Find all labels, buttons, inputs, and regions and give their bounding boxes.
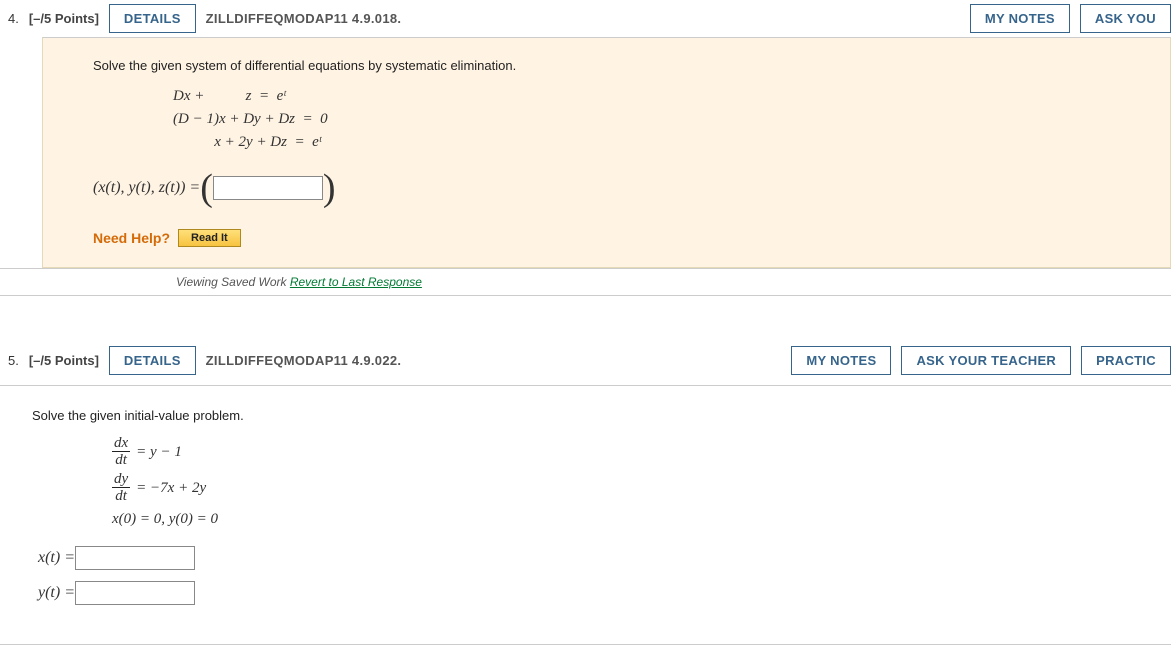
question-points: [–/5 Points] bbox=[29, 353, 99, 368]
question-prompt: Solve the given system of differential e… bbox=[93, 50, 1120, 77]
question-5-header: 5. [–/5 Points] DETAILS ZILLDIFFEQMODAP1… bbox=[0, 336, 1171, 386]
y-answer-row: y(t) = bbox=[38, 580, 1147, 606]
answer-input[interactable] bbox=[213, 176, 323, 200]
practice-button[interactable]: PRACTIC bbox=[1081, 346, 1171, 375]
saved-work-text: Viewing Saved Work bbox=[176, 275, 290, 289]
equation-1: Dx + z = eᵗ bbox=[173, 85, 1120, 108]
right-paren: ) bbox=[323, 169, 336, 207]
x-label: x(t) = bbox=[38, 545, 75, 571]
answer-row: (x(t), y(t), z(t)) = ( ) bbox=[93, 169, 1120, 207]
question-prompt: Solve the given initial-value problem. bbox=[32, 400, 1147, 427]
equation-3: x + 2y + Dz = eᵗ bbox=[173, 131, 1120, 154]
question-5: 5. [–/5 Points] DETAILS ZILLDIFFEQMODAP1… bbox=[0, 336, 1171, 645]
y-answer-input[interactable] bbox=[75, 581, 195, 605]
left-paren: ( bbox=[200, 169, 213, 207]
question-4-body: Solve the given system of differential e… bbox=[42, 37, 1171, 268]
revert-link[interactable]: Revert to Last Response bbox=[290, 275, 422, 289]
question-5-body: Solve the given initial-value problem. d… bbox=[0, 386, 1171, 644]
need-help-label: Need Help? bbox=[93, 227, 170, 249]
read-it-button[interactable]: Read It bbox=[178, 229, 241, 247]
saved-work-bar: Viewing Saved Work Revert to Last Respon… bbox=[0, 268, 1171, 295]
question-reference: ZILLDIFFEQMODAP11 4.9.022. bbox=[206, 353, 402, 368]
separator bbox=[0, 296, 1171, 336]
question-points: [–/5 Points] bbox=[29, 11, 99, 26]
fraction-dydt: dydt bbox=[112, 471, 130, 505]
ask-teacher-button[interactable]: ASK YOU bbox=[1080, 4, 1171, 33]
fraction-dxdt: dxdt bbox=[112, 435, 130, 469]
equation-1: dxdt = y − 1 bbox=[112, 435, 1147, 469]
equation-2: (D − 1)x + Dy + Dz = 0 bbox=[173, 108, 1120, 131]
need-help-row: Need Help? Read It bbox=[93, 227, 1120, 249]
equation-block-5: dxdt = y − 1 dydt = −7x + 2y x(0) = 0, y… bbox=[112, 435, 1147, 531]
x-answer-row: x(t) = bbox=[38, 545, 1147, 571]
question-4: 4. [–/5 Points] DETAILS ZILLDIFFEQMODAP1… bbox=[0, 0, 1171, 296]
my-notes-button[interactable]: MY NOTES bbox=[791, 346, 891, 375]
question-number: 5. bbox=[8, 353, 19, 368]
question-number: 4. bbox=[8, 11, 19, 26]
equation-2: dydt = −7x + 2y bbox=[112, 471, 1147, 505]
my-notes-button[interactable]: MY NOTES bbox=[970, 4, 1070, 33]
x-answer-input[interactable] bbox=[75, 546, 195, 570]
equation-system: Dx + z = eᵗ (D − 1)x + Dy + Dz = 0 x + 2… bbox=[173, 85, 1120, 155]
initial-conditions: x(0) = 0, y(0) = 0 bbox=[112, 507, 1147, 531]
details-button[interactable]: DETAILS bbox=[109, 346, 196, 375]
y-label: y(t) = bbox=[38, 580, 75, 606]
question-4-header: 4. [–/5 Points] DETAILS ZILLDIFFEQMODAP1… bbox=[0, 0, 1171, 37]
answer-label: (x(t), y(t), z(t)) = bbox=[93, 175, 200, 201]
question-reference: ZILLDIFFEQMODAP11 4.9.018. bbox=[206, 11, 402, 26]
ask-teacher-button[interactable]: ASK YOUR TEACHER bbox=[901, 346, 1071, 375]
details-button[interactable]: DETAILS bbox=[109, 4, 196, 33]
